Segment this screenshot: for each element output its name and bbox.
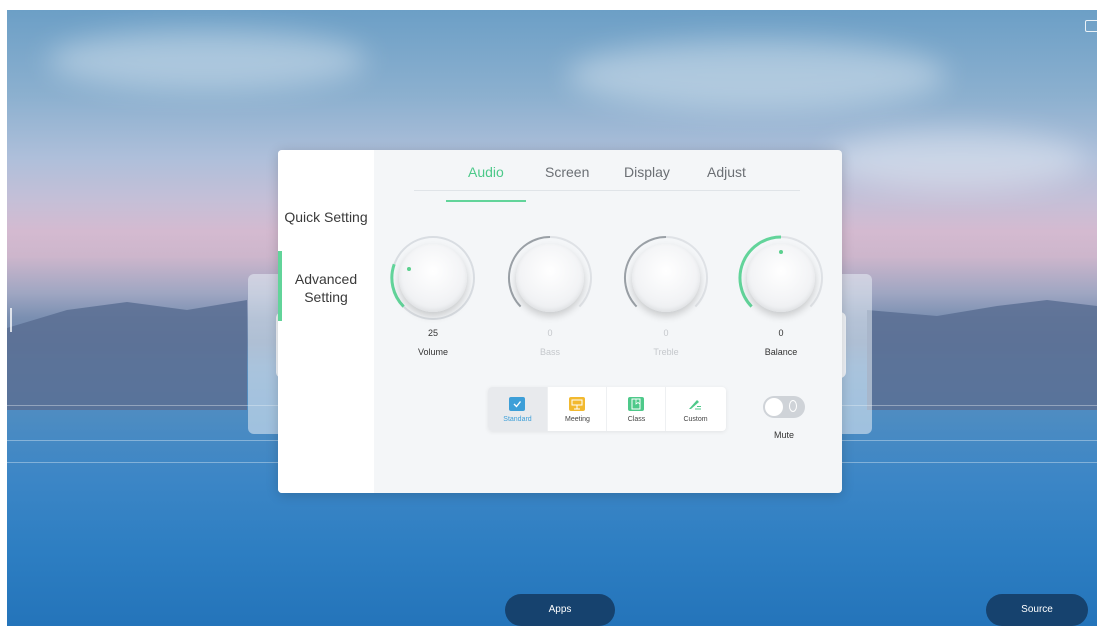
settings-dialog: Quick Setting Advanced Setting Audio Scr…	[278, 150, 842, 493]
volume-value: 25	[427, 328, 438, 338]
screen-capture-icon[interactable]	[1085, 20, 1099, 32]
bass-value: 0	[547, 328, 553, 338]
treble-knob[interactable]	[622, 234, 710, 322]
mode-standard-button[interactable]: Standard	[488, 387, 547, 431]
nav-item-quick-setting[interactable]: Quick Setting	[278, 208, 374, 226]
side-handle[interactable]	[10, 308, 12, 332]
treble-label: Treble	[653, 347, 679, 357]
mode-custom-label: Custom	[683, 416, 708, 423]
mode-class-label: Class	[627, 416, 646, 423]
toggle-off-indicator-icon	[789, 400, 797, 412]
class-icon	[628, 397, 644, 411]
custom-icon	[687, 397, 703, 411]
volume-label: Volume	[417, 347, 449, 357]
tab-audio[interactable]: Audio	[468, 164, 504, 180]
balance-label: Balance	[764, 347, 798, 357]
volume-knob[interactable]	[389, 234, 477, 322]
mute-toggle[interactable]	[763, 396, 805, 418]
mode-class-button[interactable]: Class	[606, 387, 666, 431]
standard-icon	[509, 397, 525, 411]
sound-mode-selector: Standard Meeting Class Custom	[488, 387, 726, 431]
apps-button[interactable]: Apps	[505, 594, 615, 626]
mode-standard-label: Standard	[503, 416, 532, 423]
balance-knob[interactable]	[737, 234, 825, 322]
tab-adjust[interactable]: Adjust	[707, 164, 746, 180]
nav-item-advanced-setting[interactable]: Advanced Setting	[278, 270, 374, 306]
mode-meeting-label: Meeting	[565, 416, 590, 423]
toggle-knob	[765, 398, 783, 416]
bass-label: Bass	[539, 347, 560, 357]
settings-tabs: Audio Screen Display Adjust	[414, 160, 800, 202]
bass-knob[interactable]	[506, 234, 594, 322]
mode-custom-button[interactable]: Custom	[665, 387, 725, 431]
mute-label: Mute	[773, 430, 794, 440]
tab-active-underline	[446, 200, 526, 202]
treble-value: 0	[663, 328, 669, 338]
settings-side-nav: Quick Setting Advanced Setting	[278, 150, 374, 493]
meeting-icon	[569, 397, 585, 411]
balance-value: 0	[778, 328, 784, 338]
tab-screen[interactable]: Screen	[545, 164, 589, 180]
mode-meeting-button[interactable]: Meeting	[547, 387, 607, 431]
source-button[interactable]: Source	[986, 594, 1088, 626]
tab-display[interactable]: Display	[624, 164, 670, 180]
